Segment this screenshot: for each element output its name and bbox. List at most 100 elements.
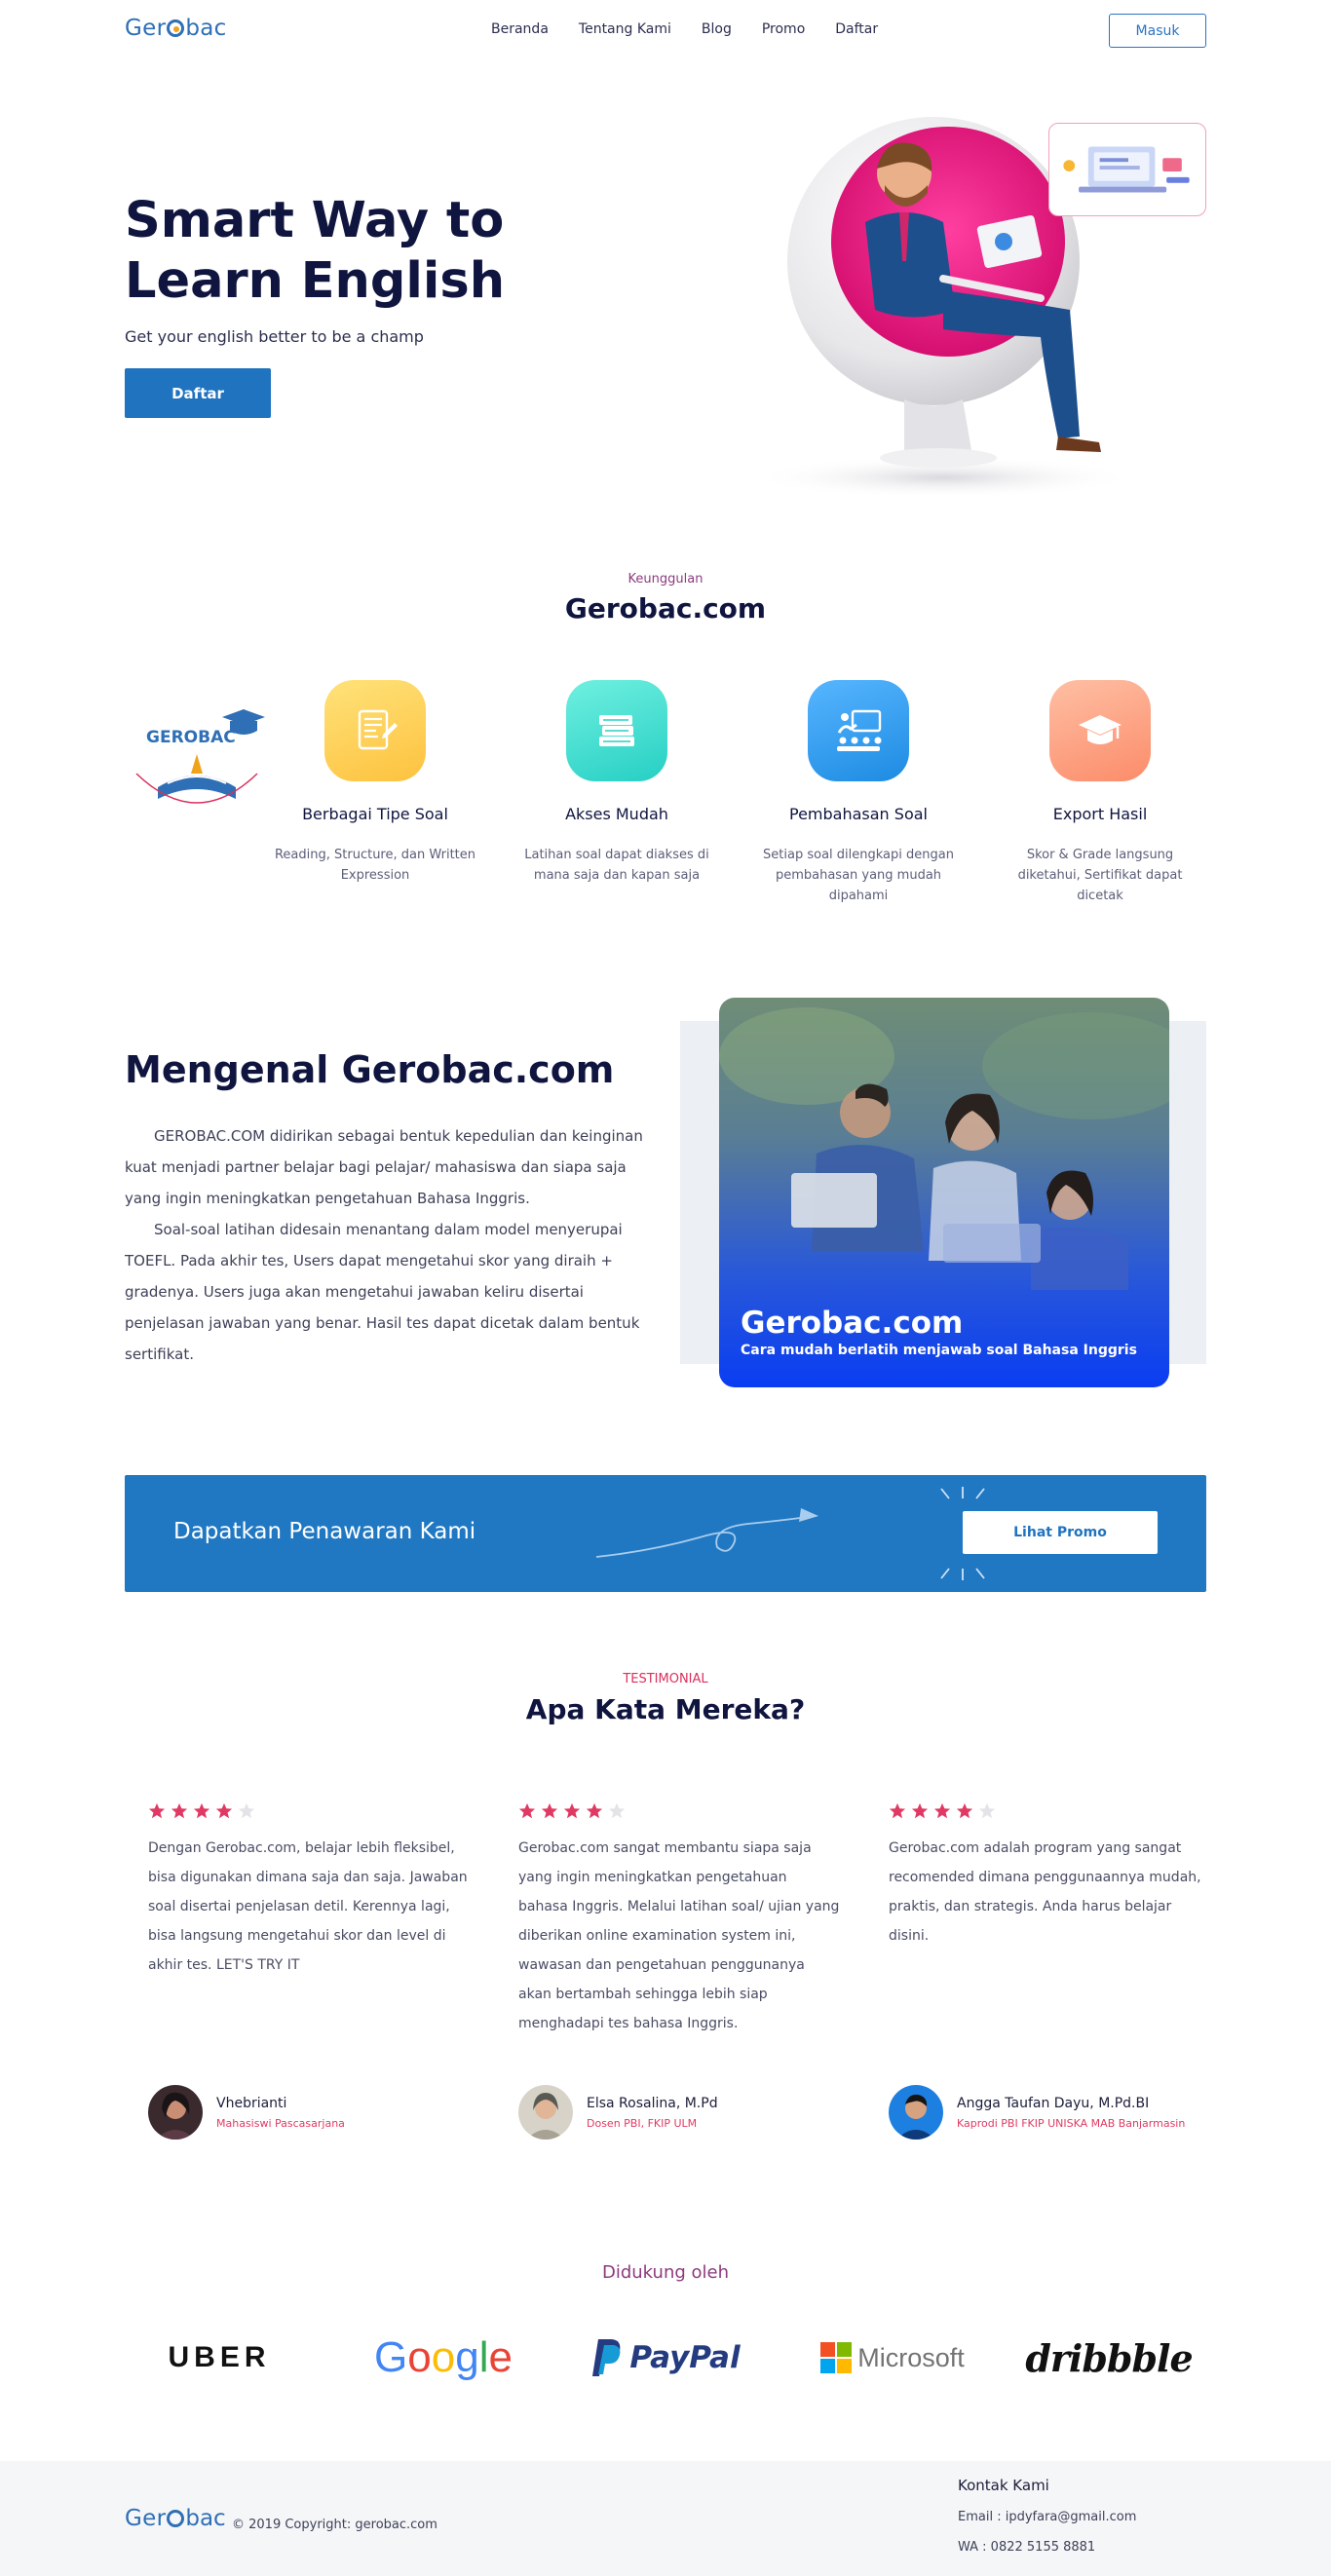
nav-item-blog[interactable]: Blog [702,21,732,37]
testimonial-quote: Gerobac.com adalah program yang sangat r… [889,1840,1201,1944]
footer-logo[interactable]: Ger bac [125,2506,226,2531]
rating-stars [889,1802,1210,1820]
features-eyebrow: Keunggulan [627,572,704,587]
promo-text: Dapatkan Penawaran Kami [173,1519,476,1544]
site-logo[interactable]: Ger bac [125,16,227,41]
author-name: Vhebrianti [216,2095,287,2111]
hero-floating-card [1048,123,1206,216]
avatar [518,2085,573,2140]
brand-name: Microsoft [857,2342,965,2372]
books-stack-icon [566,680,667,781]
feature-description: Skor & Grade langsung diketahui, Sertifi… [1017,848,1183,903]
author-name: Angga Taufan Dayu, M.Pd.BI [957,2095,1150,2111]
about-paragraph: Soal-soal latihan didesain menantang dal… [125,1221,640,1363]
testimonial-title: Apa Kata Mereka? [525,1693,806,1725]
see-promo-button[interactable]: Lihat Promo [963,1511,1158,1554]
navbar: Ger bac Beranda Tentang Kami Blog Promo D… [0,0,1331,60]
nav-item-tentang-kami[interactable]: Tentang Kami [579,21,671,37]
star-icon [541,1802,558,1819]
main-menu: Beranda Tentang Kami Blog Promo Daftar [491,21,908,37]
feature-description: Latihan soal dapat diakses di mana saja … [524,848,709,883]
register-button[interactable]: Daftar [125,368,271,418]
rating-stars [518,1802,840,1820]
star-icon [586,1802,603,1819]
star-icon [171,1802,188,1819]
footer-copyright: © 2019 Copyright: gerobac.com [232,2518,437,2532]
testimonial-author: Angga Taufan Dayu, M.Pd.BI Kaprodi PBI F… [889,2085,1185,2140]
hero-subtitle: Get your english better to be a champ [125,327,424,346]
star-empty-icon [238,1802,255,1819]
promo-banner: Dapatkan Penawaran Kami Lihat Promo [125,1475,1206,1592]
hero-title: Smart Way to Learn English [125,192,505,310]
svg-text:Google: Google [374,2333,513,2381]
footer-email[interactable]: Email : ipdyfara@gmail.com [958,2510,1136,2524]
nav-item-beranda[interactable]: Beranda [491,21,549,37]
star-icon [911,1802,929,1819]
star-icon [193,1802,210,1819]
about-image-title: Gerobac.com [741,1306,964,1341]
about-image: Gerobac.com Cara mudah berlatih menjawab… [719,998,1169,1387]
feature-description: Setiap soal dilengkapi dengan pembahasan… [763,848,954,903]
microsoft-logo: Microsoft [815,2329,970,2387]
testimonial-author: Vhebrianti Mahasiswi Pascasarjana [148,2085,345,2140]
test-paper-icon [324,680,426,781]
avatar [889,2085,943,2140]
testimonial-author: Elsa Rosalina, M.Pd Dosen PBI, FKIP ULM [518,2085,718,2140]
graduation-cap-icon [1049,680,1151,781]
testimonial-card: Dengan Gerobac.com, belajar lebih fleksi… [148,1802,470,1980]
feature-title: Akses Mudah [565,805,668,823]
dribbble-logo: dribbble [1023,2329,1195,2387]
feature-card-akses-mudah: Akses Mudah Latihan soal dapat diakses d… [514,680,719,886]
star-icon [215,1802,233,1819]
star-icon [889,1802,906,1819]
feature-title: Export Hasil [1052,805,1148,823]
feature-description: Reading, Structure, dan Written Expressi… [274,848,476,883]
star-icon [148,1802,166,1819]
feature-card-pembahasan: Pembahasan Soal Setiap soal dilengkapi d… [756,680,961,906]
login-button[interactable]: Masuk [1109,14,1206,48]
promo-arrow-doodle [595,1508,818,1558]
rating-stars [148,1802,470,1820]
star-empty-icon [978,1802,996,1819]
brand-name: UBER [168,2341,271,2373]
testimonial-eyebrow: TESTIMONIAL [623,1672,708,1686]
testimonial-card: Gerobac.com adalah program yang sangat r… [889,1802,1210,1951]
google-logo: Google [368,2329,514,2387]
avatar [148,2085,203,2140]
feature-card-tipe-soal: Berbagai Tipe Soal Reading, Structure, d… [273,680,477,886]
features-title: Gerobac.com [564,592,767,625]
brand-name: dribbble [1025,2335,1193,2380]
paypal-logo: PayPal [583,2329,748,2387]
about-title: Mengenal Gerobac.com [125,1048,615,1091]
star-icon [563,1802,581,1819]
nav-item-daftar[interactable]: Daftar [835,21,878,37]
testimonial-quote: Dengan Gerobac.com, belajar lebih fleksi… [148,1840,468,1973]
about-text: GEROBAC.COM didirikan sebagai bentuk kep… [125,1120,663,1370]
footer-contact-title: Kontak Kami [958,2477,1049,2494]
google-wordmark: Google [374,2333,513,2381]
author-role: Kaprodi PBI FKIP UNISKA MAB Banjarmasin [957,2116,1186,2130]
gerobac-emblem: GEROBAC [135,709,265,804]
supported-by-title: Didukung oleh [601,2262,730,2283]
footer: Ger bac © 2019 Copyright: gerobac.com Kon… [0,2461,1331,2576]
author-role: Mahasiswi Pascasarjana [216,2116,345,2130]
brand-name: PayPal [629,2340,741,2375]
author-role: Dosen PBI, FKIP ULM [587,2116,698,2130]
star-icon [956,1802,973,1819]
svg-text:GEROBAC: GEROBAC [146,728,236,747]
about-image-caption: Cara mudah berlatih menjawab soal Bahasa… [741,1343,1137,1358]
star-empty-icon [608,1802,626,1819]
uber-logo: UBER [156,2329,283,2387]
feature-title: Berbagai Tipe Soal [302,805,448,823]
star-icon [518,1802,536,1819]
author-name: Elsa Rosalina, M.Pd [587,2095,718,2111]
paypal-icon [592,2339,621,2376]
star-icon [933,1802,951,1819]
feature-card-export-hasil: Export Hasil Skor & Grade langsung diket… [998,680,1202,906]
testimonial-quote: Gerobac.com sangat membantu siapa saja y… [518,1840,840,2031]
classroom-icon [808,680,909,781]
footer-whatsapp[interactable]: WA : 0822 5155 8881 [958,2540,1095,2555]
microsoft-icon [820,2342,853,2373]
nav-item-promo[interactable]: Promo [762,21,805,37]
testimonial-card: Gerobac.com sangat membantu siapa saja y… [518,1802,840,2038]
